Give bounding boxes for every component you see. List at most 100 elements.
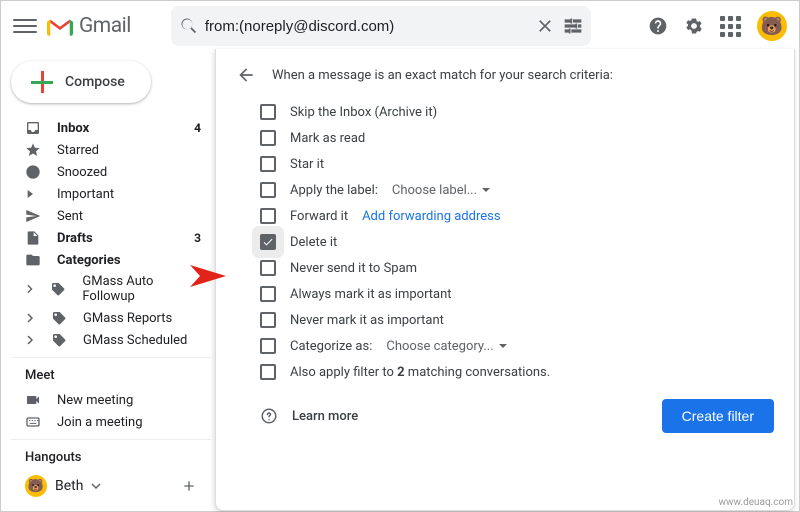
filter-panel: When a message is an exact match for you… [215, 49, 795, 511]
checkbox[interactable] [260, 338, 276, 354]
create-filter-button[interactable]: Create filter [662, 399, 774, 433]
tag-icon [50, 281, 66, 297]
tune-icon[interactable] [563, 16, 583, 36]
filter-option-label: Apply the label: [290, 183, 378, 198]
keyboard-icon [25, 414, 41, 430]
checkbox[interactable] [260, 156, 276, 172]
filter-option-row: Delete it [236, 229, 774, 255]
chevron-right-icon [25, 284, 34, 294]
gmail-logo[interactable]: Gmail [47, 14, 131, 38]
inbox-icon [25, 120, 41, 136]
filter-heading: When a message is an exact match for you… [272, 68, 613, 83]
hangouts-user[interactable]: 🐻 Beth [11, 471, 211, 501]
help-icon[interactable] [648, 16, 668, 36]
folders-icon [25, 252, 41, 268]
sidebar-item-categories[interactable]: Categories [11, 249, 211, 271]
checkbox[interactable] [260, 182, 276, 198]
chevron-right-icon [25, 335, 35, 345]
help-icon[interactable] [260, 407, 278, 425]
gmail-m-icon [47, 16, 73, 36]
send-icon [25, 208, 41, 224]
filter-option-label: Also apply filter to 2 matching conversa… [290, 365, 550, 380]
sidebar-item-sent[interactable]: Sent [11, 205, 211, 227]
apps-icon[interactable] [720, 16, 741, 37]
sidebar-item-label: GMass Scheduled [83, 333, 187, 348]
header-right: 🐻 [628, 11, 787, 41]
filter-option-row: Forward it Add forwarding address [236, 203, 774, 229]
dropdown[interactable]: Choose category... [386, 339, 507, 354]
clock-icon [25, 164, 41, 180]
sidebar-item-snoozed[interactable]: Snoozed [11, 161, 211, 183]
checkbox[interactable] [260, 286, 276, 302]
sidebar-item-label: GMass Reports [83, 311, 172, 326]
doc-icon [25, 230, 41, 246]
filter-option-label: Never mark it as important [290, 313, 444, 328]
sidebar-item-label: Important [57, 187, 114, 202]
dropdown[interactable]: Choose label... [392, 183, 491, 198]
sidebar-item-drafts[interactable]: Drafts 3 [11, 227, 211, 249]
sidebar-item-starred[interactable]: Starred [11, 139, 211, 161]
sidebar-item-inbox[interactable]: Inbox 4 [11, 117, 211, 139]
meet-header: Meet [11, 357, 211, 389]
search-icon[interactable] [179, 16, 199, 36]
chevron-right-icon [25, 313, 35, 323]
clear-icon[interactable] [535, 16, 555, 36]
filter-footer: Learn more Create filter [236, 399, 774, 433]
logo-text: Gmail [79, 14, 131, 38]
filter-option-row: Skip the Inbox (Archive it) [236, 99, 774, 125]
add-icon[interactable] [181, 478, 197, 494]
forwarding-link[interactable]: Add forwarding address [362, 209, 500, 224]
filter-option-label: Star it [290, 157, 324, 172]
sidebar-item-label: Categories [57, 253, 121, 268]
sidebar-item-label: Sent [57, 209, 83, 224]
meet-item-join-a-meeting[interactable]: Join a meeting [11, 411, 211, 433]
watermark: www.deuaq.com [719, 497, 794, 508]
filter-option-row: Also apply filter to 2 matching conversa… [236, 359, 774, 385]
filter-option-row: Apply the label: Choose label... [236, 177, 774, 203]
back-icon[interactable] [236, 65, 256, 85]
sidebar-item-gmass-auto-followup[interactable]: GMass Auto Followup [11, 271, 211, 307]
filter-option-row: Never send it to Spam [236, 255, 774, 281]
learn-more-link[interactable]: Learn more [292, 409, 358, 424]
filter-option-label: Never send it to Spam [290, 261, 417, 276]
sidebar-item-important[interactable]: Important [11, 183, 211, 205]
compose-button[interactable]: Compose [11, 61, 151, 103]
star-icon [25, 142, 41, 158]
chevron-down-icon [481, 185, 491, 195]
caret-icon [25, 186, 41, 202]
filter-option-row: Always mark it as important [236, 281, 774, 307]
hangouts-header: Hangouts [11, 439, 211, 471]
checkbox[interactable] [260, 208, 276, 224]
avatar[interactable]: 🐻 [757, 11, 787, 41]
sidebar-item-label: Inbox [57, 121, 89, 136]
hangouts-section: 🐻 Beth [11, 471, 211, 501]
gear-icon[interactable] [684, 16, 704, 36]
tag-icon [51, 332, 67, 348]
checkbox[interactable] [260, 130, 276, 146]
filter-option-label: Always mark it as important [290, 287, 452, 302]
checkbox[interactable] [260, 364, 276, 380]
checkbox[interactable] [260, 260, 276, 276]
sidebar-item-gmass-reports[interactable]: GMass Reports [11, 307, 211, 329]
filter-option-label: Forward it [290, 209, 348, 224]
compose-label: Compose [65, 74, 125, 90]
filter-heading-row: When a message is an exact match for you… [236, 65, 774, 85]
sidebar-item-count: 4 [194, 121, 201, 135]
meet-item-new-meeting[interactable]: New meeting [11, 389, 211, 411]
filter-option-label: Delete it [290, 235, 337, 250]
sidebar-item-gmass-scheduled[interactable]: GMass Scheduled [11, 329, 211, 351]
chevron-down-icon [498, 341, 508, 351]
filter-option-row: Categorize as:Choose category... [236, 333, 774, 359]
checkbox[interactable] [260, 104, 276, 120]
search-input[interactable] [199, 18, 535, 35]
header: Gmail 🐻 [1, 1, 799, 51]
sidebar-item-label: Snoozed [57, 165, 107, 180]
checkbox[interactable] [260, 234, 276, 250]
checkbox[interactable] [260, 312, 276, 328]
plus-icon [31, 71, 53, 93]
sidebar-item-label: Drafts [57, 231, 93, 246]
sidebar-item-count: 3 [194, 231, 201, 245]
sidebar: Compose Inbox 4 Starred Snoozed Important Sen… [1, 51, 211, 511]
menu-icon[interactable] [13, 14, 37, 38]
filter-option-label: Skip the Inbox (Archive it) [290, 105, 437, 120]
